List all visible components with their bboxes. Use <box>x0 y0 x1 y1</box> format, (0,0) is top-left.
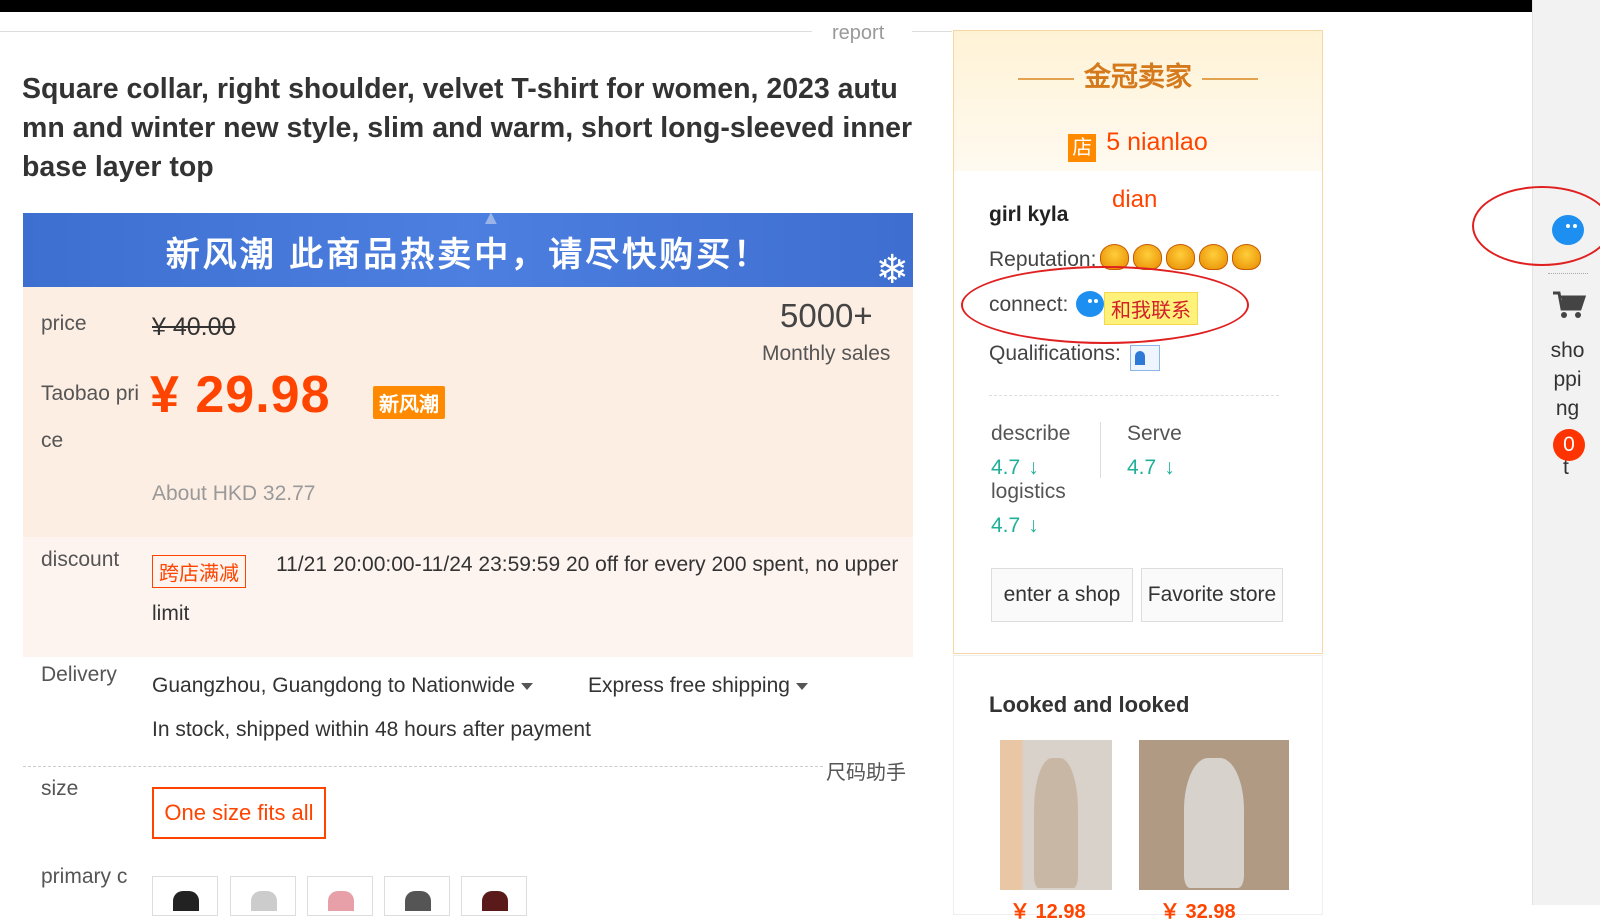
id-card-icon[interactable] <box>1130 345 1160 371</box>
crown-icon <box>1166 244 1195 270</box>
seller-badge: 金冠卖家 <box>954 55 1322 94</box>
delivery-route-select[interactable]: Guangzhou, Guangdong to Nationwide <box>152 674 534 698</box>
product-title: Square collar, right shoulder, velvet T-… <box>22 73 913 183</box>
shipping-select[interactable]: Express free shipping <box>588 674 808 698</box>
related-item-price: ￥ 32.98 <box>1160 901 1236 923</box>
logistics-score-value: 4.7 <box>991 514 1021 537</box>
cart-label-line: ppi <box>1553 368 1582 391</box>
down-arrow-icon: ↓ <box>1028 514 1039 537</box>
annotation-circle <box>961 266 1249 344</box>
price-label: price <box>41 312 87 335</box>
crown-icon <box>1199 244 1228 270</box>
divider <box>989 395 1279 396</box>
related-title: Looked and looked <box>989 692 1190 717</box>
related-item-price: ￥ 12.98 <box>1010 901 1086 923</box>
cart-label-line: sho <box>1550 339 1585 362</box>
describe-score: 4.7 ↓ <box>991 456 1039 480</box>
promo-banner: ▲ 新风潮 此商品热卖中，请尽快购买！ ❄ <box>23 213 913 287</box>
trend-tag: 新风潮 <box>373 386 445 419</box>
favorite-store-button[interactable]: Favorite store <box>1141 568 1283 622</box>
report-link[interactable]: report <box>832 22 884 45</box>
product-photo <box>1033 758 1079 888</box>
related-item-image[interactable] <box>1139 740 1289 890</box>
sales-label: Monthly sales <box>762 342 891 365</box>
annotation-circle <box>1472 186 1600 266</box>
logistics-label: logistics <box>991 480 1066 503</box>
shop-name: 5 nianlao <box>1106 128 1208 156</box>
enter-shop-button[interactable]: enter a shop <box>991 568 1133 622</box>
cart-icon[interactable] <box>1552 290 1586 320</box>
color-swatch[interactable] <box>152 876 218 916</box>
describe-label: describe <box>991 422 1071 445</box>
color-swatch[interactable] <box>461 876 527 916</box>
color-swatch[interactable] <box>230 876 296 916</box>
related-item-image[interactable] <box>1000 740 1112 890</box>
chevron-down-icon <box>795 682 808 690</box>
shop-icon: 店 <box>1068 134 1097 162</box>
current-price: ¥ 29.98 <box>150 366 331 424</box>
size-option[interactable]: One size fits all <box>152 787 326 839</box>
divider <box>23 766 823 767</box>
serve-label: Serve <box>1127 422 1182 445</box>
discount-text: 11/21 20:00:00-11/24 23:59:59 20 off for… <box>152 553 899 625</box>
discount-label: discount <box>41 548 120 571</box>
serve-score: 4.7 ↓ <box>1127 456 1175 480</box>
shop-name-link[interactable]: 店 5 nianlao <box>954 128 1322 162</box>
logistics-score: 4.7 ↓ <box>991 514 1039 538</box>
delivery-route: Guangzhou, Guangdong to Nationwide <box>152 674 516 697</box>
snowflake-icon: ❄ <box>875 248 909 287</box>
seller-owner: girl kyla <box>989 203 1069 226</box>
cart-count-badge: 0 <box>1553 429 1585 461</box>
crown-icon <box>1232 244 1261 270</box>
divider <box>912 31 952 32</box>
size-helper-link[interactable]: 尺码助手 <box>826 756 906 785</box>
serve-score-value: 4.7 <box>1127 456 1157 479</box>
promo-banner-text: 新风潮 此商品热卖中，请尽快购买！ <box>165 236 771 274</box>
cart-label[interactable]: sho ppi ng <box>1545 336 1590 423</box>
annotation-text: dian <box>1112 186 1158 213</box>
divider <box>0 31 812 32</box>
delivery-label: Delivery <box>41 663 117 686</box>
product-photo <box>1184 758 1244 888</box>
divider <box>1548 273 1588 274</box>
seller-header: 金冠卖家 店 5 nianlao <box>954 31 1322 171</box>
sales-count: 5000+ <box>780 297 873 334</box>
hkd-price: About HKD 32.77 <box>152 482 316 505</box>
down-arrow-icon: ↓ <box>1164 456 1175 479</box>
divider <box>1100 422 1101 478</box>
cart-label-line: ng <box>1555 397 1580 420</box>
shipping-method: Express free shipping <box>588 674 790 697</box>
color-swatch[interactable] <box>307 876 373 916</box>
describe-score-value: 4.7 <box>991 456 1021 479</box>
color-label: primary c <box>41 865 128 888</box>
stock-status: In stock, shipped within 48 hours after … <box>152 718 591 741</box>
down-arrow-icon: ↓ <box>1028 456 1039 479</box>
color-swatch[interactable] <box>384 876 450 916</box>
chevron-down-icon <box>521 682 534 690</box>
size-label: size <box>41 777 79 800</box>
taobao-price-label: Taobao price <box>41 382 140 452</box>
top-bar <box>0 0 1532 12</box>
original-price: ¥ 40.00 <box>152 313 236 341</box>
qualifications-label: Qualifications: <box>989 342 1121 365</box>
